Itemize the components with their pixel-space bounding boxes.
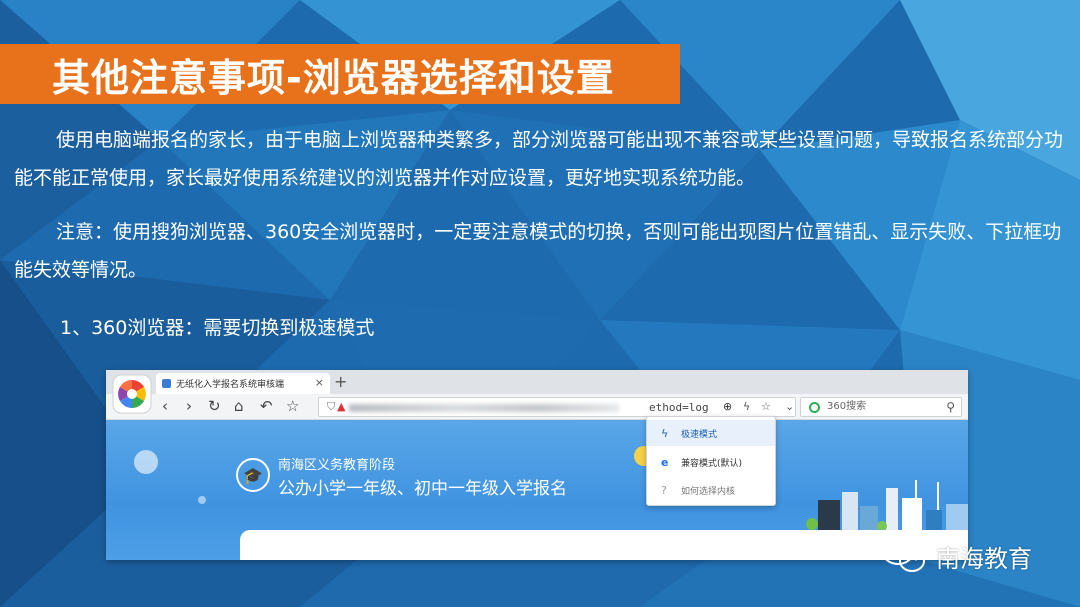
undo-close-button[interactable]: ↶ <box>260 397 273 415</box>
chevron-down-icon[interactable]: ⌄ <box>785 400 794 413</box>
decor-circle <box>134 450 158 474</box>
360-search-icon <box>809 402 820 413</box>
browser-screenshot: 无纸化入学报名系统审核端 × + ‹ › ↻ ⌂ ↶ ☆ ⛉ ▲ ethod=l… <box>106 370 968 560</box>
back-button[interactable]: ‹ <box>162 397 168 415</box>
favorite-star-button[interactable]: ☆ <box>286 397 299 415</box>
kernel-mode-dropdown: ϟ 极速模式 e 兼容模式(默认) ? 如何选择内核 <box>646 416 776 506</box>
360-browser-logo-icon <box>112 374 152 414</box>
step-360-browser: 1、360浏览器：需要切换到极速模式 <box>60 317 375 339</box>
bookmark-star-icon[interactable]: ☆ <box>761 400 771 413</box>
site-title-district: 南海区义务教育阶段 <box>278 458 396 473</box>
menu-item-compat-mode[interactable]: e 兼容模式(默认) <box>647 449 775 475</box>
ie-icon: e <box>661 456 669 469</box>
menu-label-compat-mode: 兼容模式(默认) <box>681 458 743 469</box>
wechat-icon <box>882 539 925 572</box>
decor-dot <box>198 496 206 504</box>
site-title-main: 公办小学一年级、初中一年级入学报名 <box>278 479 567 499</box>
graduation-cap-icon: 🎓 <box>236 458 270 492</box>
menu-item-how-to-choose[interactable]: ? 如何选择内核 <box>647 477 775 503</box>
search-placeholder: 360搜索 <box>827 401 867 412</box>
watermark-text: 南海教育 <box>936 544 1032 573</box>
slide-title-bar: 其他注意事项-浏览器选择和设置 <box>0 44 680 104</box>
menu-item-speed-mode[interactable]: ϟ 极速模式 <box>647 420 775 446</box>
refresh-button[interactable]: ↻ <box>208 397 221 415</box>
browser-tab[interactable]: 无纸化入学报名系统审核端 × <box>156 373 330 394</box>
help-icon: ? <box>661 484 667 497</box>
blurred-url <box>349 404 619 412</box>
menu-label-speed-mode: 极速模式 <box>681 429 718 440</box>
slide-title: 其他注意事项-浏览器选择和设置 <box>52 55 615 100</box>
search-icon[interactable]: ⚲ <box>946 398 955 416</box>
wechat-watermark: 南海教育 <box>880 536 1032 576</box>
bolt-mode-icon[interactable]: ϟ <box>743 400 750 413</box>
shield-icon: ⛉ <box>327 400 336 413</box>
url-text: ethod=log <box>649 401 709 414</box>
home-button[interactable]: ⌂ <box>234 397 244 415</box>
web-page-banner: 🎓 南海区义务教育阶段 公办小学一年级、初中一年级入学报名 <box>106 420 968 560</box>
zoom-icon[interactable]: ⊕ <box>723 400 732 413</box>
site-favicon-icon <box>162 379 171 388</box>
browser-tab-bar: 无纸化入学报名系统审核端 × + <box>106 370 968 394</box>
menu-label-how-to-choose: 如何选择内核 <box>681 486 736 497</box>
address-bar[interactable]: ⛉ ▲ ethod=log ⊕ ϟ ☆ ⌄ <box>318 397 796 417</box>
tab-close-icon[interactable]: × <box>315 376 324 389</box>
browser-toolbar: ‹ › ↻ ⌂ ↶ ☆ ⛉ ▲ ethod=log ⊕ ϟ ☆ ⌄ 360搜索 … <box>106 394 968 420</box>
search-input[interactable]: 360搜索 ⚲ <box>800 397 962 417</box>
lock-warning-icon: ▲ <box>337 400 346 413</box>
page-content-card <box>240 530 968 560</box>
bolt-icon: ϟ <box>661 427 669 440</box>
tab-title: 无纸化入学报名系统审核端 <box>176 380 285 390</box>
forward-button[interactable]: › <box>186 397 192 415</box>
new-tab-button[interactable]: + <box>334 372 347 391</box>
paragraph-intro: 使用电脑端报名的家长，由于电脑上浏览器种类繁多，部分浏览器可能出现不兼容或某些设… <box>14 129 1064 189</box>
paragraph-note: 注意：使用搜狗浏览器、360安全浏览器时，一定要注意模式的切换，否则可能出现图片… <box>14 221 1062 281</box>
